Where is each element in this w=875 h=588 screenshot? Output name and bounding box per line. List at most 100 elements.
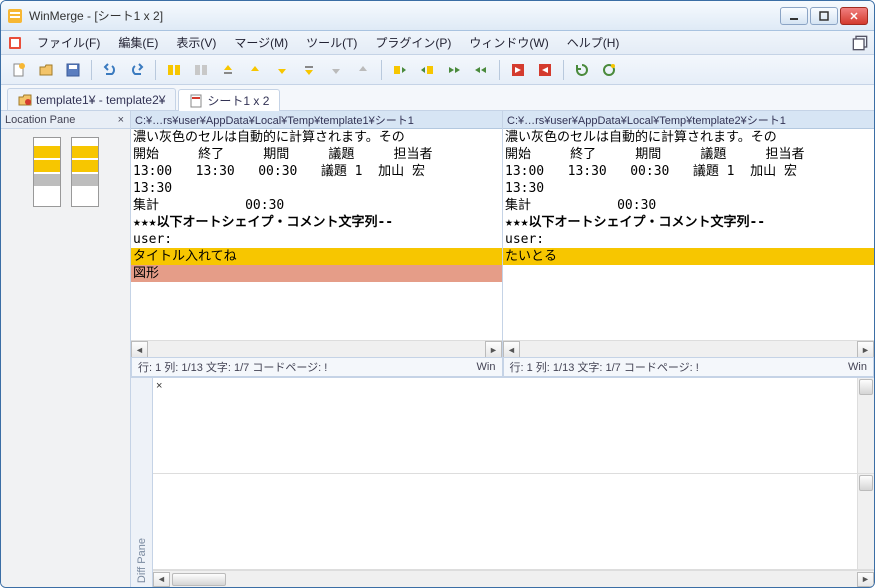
- tab-label: template1¥ - template2¥: [36, 93, 165, 107]
- vscroll[interactable]: [857, 378, 874, 473]
- encoding-label: Win: [477, 361, 496, 373]
- tool-diff-next[interactable]: [162, 58, 186, 82]
- tool-refresh-selected[interactable]: [597, 58, 621, 82]
- text-line[interactable]: ★★★以下オートシェイプ・コメント文字列--: [131, 214, 502, 231]
- text-line[interactable]: 13:30: [503, 180, 874, 197]
- toolbar-separator: [155, 60, 156, 80]
- tool-first-diff[interactable]: [216, 58, 240, 82]
- text-line[interactable]: 13:00 13:30 00:30 議題 1 加山 宏: [131, 163, 502, 180]
- scroll-left-icon[interactable]: ◄: [153, 572, 170, 587]
- scroll-right-icon[interactable]: ►: [857, 572, 874, 587]
- tab-bar: template1¥ - template2¥ シート1 x 2: [1, 85, 874, 111]
- diff-line[interactable]: たいとる: [503, 248, 874, 265]
- tool-all-left[interactable]: [533, 58, 557, 82]
- menu-help[interactable]: ヘルプ(H): [559, 32, 628, 53]
- text-line[interactable]: user:: [503, 231, 874, 248]
- tool-next-diff[interactable]: [270, 58, 294, 82]
- tool-prev-diff[interactable]: [243, 58, 267, 82]
- text-line[interactable]: ★★★以下オートシェイプ・コメント文字列--: [503, 214, 874, 231]
- menu-plugins[interactable]: プラグイン(P): [367, 32, 459, 53]
- tool-last-diff[interactable]: [297, 58, 321, 82]
- diff-row-top[interactable]: ×: [153, 378, 874, 474]
- tool-new[interactable]: [7, 58, 31, 82]
- maximize-button[interactable]: [810, 7, 838, 25]
- scroll-right-icon[interactable]: ►: [485, 341, 502, 357]
- toolbar: [1, 55, 874, 85]
- right-path-header[interactable]: C:¥…rs¥user¥AppData¥Local¥Temp¥template2…: [503, 111, 874, 129]
- tool-all-right[interactable]: [506, 58, 530, 82]
- sheet-icon: [189, 94, 203, 108]
- diff-line[interactable]: 図形: [131, 265, 502, 282]
- text-line[interactable]: 濃い灰色のセルは自動的に計算されます。その: [503, 129, 874, 146]
- mdi-restore-icon[interactable]: [852, 35, 868, 51]
- tool-copy-right-advance[interactable]: [442, 58, 466, 82]
- left-path-header[interactable]: C:¥…rs¥user¥AppData¥Local¥Temp¥template1…: [131, 111, 502, 129]
- vscroll[interactable]: [857, 474, 874, 569]
- tool-save[interactable]: [61, 58, 85, 82]
- location-pane-body[interactable]: [1, 129, 130, 587]
- tool-goto-diff[interactable]: [324, 58, 348, 82]
- tool-refresh[interactable]: [570, 58, 594, 82]
- left-content[interactable]: 濃い灰色のセルは自動的に計算されます。その 開始 終了 期間 議題 担当者 13…: [131, 129, 502, 340]
- tab-sheet-compare[interactable]: シート1 x 2: [178, 89, 280, 111]
- text-line[interactable]: 集計 00:30: [131, 197, 502, 214]
- right-hscroll[interactable]: ◄ ►: [503, 340, 874, 357]
- close-button[interactable]: [840, 7, 868, 25]
- left-hscroll[interactable]: ◄ ►: [131, 340, 502, 357]
- right-status: 行: 1 列: 1/13 文字: 1/7 コードページ: ! Win: [503, 357, 875, 377]
- menu-tools[interactable]: ツール(T): [298, 32, 365, 53]
- toolbar-separator: [499, 60, 500, 80]
- menu-window[interactable]: ウィンドウ(W): [461, 32, 556, 53]
- text-line[interactable]: 集計 00:30: [503, 197, 874, 214]
- tool-undo[interactable]: [98, 58, 122, 82]
- window-title: WinMerge - [シート1 x 2]: [29, 7, 780, 24]
- location-bar-left: [33, 137, 61, 207]
- menu-view[interactable]: 表示(V): [168, 32, 224, 53]
- diff-pane-label: Diff Pane: [134, 534, 150, 587]
- status-text: 行: 1 列: 1/13 文字: 1/7 コードページ: !: [138, 359, 327, 375]
- left-status: 行: 1 列: 1/13 文字: 1/7 コードページ: ! Win: [131, 357, 503, 377]
- status-text: 行: 1 列: 1/13 文字: 1/7 コードページ: !: [510, 359, 699, 375]
- diff-pane-close[interactable]: ×: [156, 380, 162, 392]
- diff-row-bottom[interactable]: [153, 474, 874, 570]
- tool-copy-right[interactable]: [388, 58, 412, 82]
- tool-goto-diff-2[interactable]: [351, 58, 375, 82]
- menu-file[interactable]: ファイル(F): [29, 32, 108, 53]
- scroll-left-icon[interactable]: ◄: [503, 341, 520, 357]
- location-pane-header: Location Pane ×: [1, 111, 130, 129]
- location-pane-close[interactable]: ×: [116, 114, 126, 126]
- location-bar-right: [71, 137, 99, 207]
- tab-folder-compare[interactable]: template1¥ - template2¥: [7, 88, 176, 110]
- right-content[interactable]: 濃い灰色のセルは自動的に計算されます。その 開始 終了 期間 議題 担当者 13…: [503, 129, 874, 340]
- left-pane: C:¥…rs¥user¥AppData¥Local¥Temp¥template1…: [131, 111, 503, 357]
- tool-open[interactable]: [34, 58, 58, 82]
- text-line[interactable]: 濃い灰色のセルは自動的に計算されます。その: [131, 129, 502, 146]
- location-pane: Location Pane ×: [1, 111, 131, 587]
- encoding-label: Win: [848, 361, 867, 373]
- right-pane: C:¥…rs¥user¥AppData¥Local¥Temp¥template2…: [503, 111, 874, 357]
- text-line[interactable]: 13:00 13:30 00:30 議題 1 加山 宏: [503, 163, 874, 180]
- scroll-right-icon[interactable]: ►: [857, 341, 874, 357]
- diff-hscroll[interactable]: ◄ ►: [153, 570, 874, 587]
- folder-compare-icon: [18, 93, 32, 107]
- location-pane-title: Location Pane: [5, 114, 75, 126]
- tool-diff-prev[interactable]: [189, 58, 213, 82]
- tool-copy-left[interactable]: [415, 58, 439, 82]
- menu-merge[interactable]: マージ(M): [226, 32, 296, 53]
- text-line[interactable]: 開始 終了 期間 議題 担当者: [131, 146, 502, 163]
- menu-edit[interactable]: 編集(E): [110, 32, 166, 53]
- scroll-left-icon[interactable]: ◄: [131, 341, 148, 357]
- tool-redo[interactable]: [125, 58, 149, 82]
- status-bar: 行: 1 列: 1/13 文字: 1/7 コードページ: ! Win 行: 1 …: [131, 357, 874, 377]
- toolbar-separator: [563, 60, 564, 80]
- minimize-button[interactable]: [780, 7, 808, 25]
- text-line[interactable]: user:: [131, 231, 502, 248]
- text-line[interactable]: 13:30: [131, 180, 502, 197]
- tool-copy-left-advance[interactable]: [469, 58, 493, 82]
- toolbar-separator: [91, 60, 92, 80]
- titlebar[interactable]: WinMerge - [シート1 x 2]: [1, 1, 874, 31]
- toolbar-separator: [381, 60, 382, 80]
- text-line[interactable]: 開始 終了 期間 議題 担当者: [503, 146, 874, 163]
- scroll-thumb[interactable]: [172, 573, 226, 586]
- diff-line[interactable]: タイトル入れてね: [131, 248, 502, 265]
